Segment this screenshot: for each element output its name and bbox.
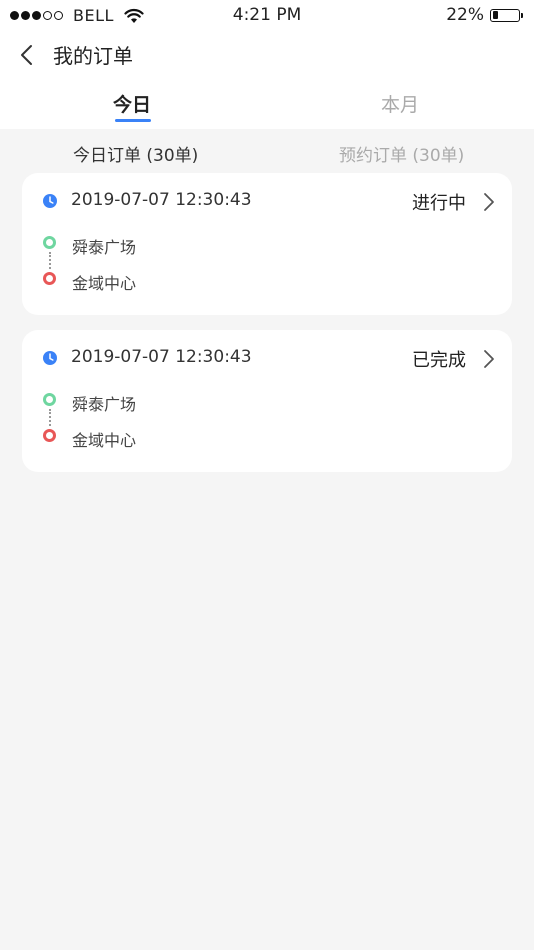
status-bar: BELL 4:21 PM 22% [0,0,534,30]
order-card[interactable]: 2019-07-07 12:30:43 已完成 舜泰广场 金域中心 [22,330,512,472]
end-location: 金域中心 [72,431,137,450]
tab-this-month[interactable]: 本月 [381,90,419,117]
order-status: 进行中 [412,193,466,214]
order-card[interactable]: 2019-07-07 12:30:43 进行中 舜泰广场 金域中心 [22,173,512,315]
tab-active-indicator [115,119,151,122]
end-location: 金域中心 [72,274,137,293]
start-location-icon [43,393,56,406]
nav-bar: 我的订单 [0,30,534,81]
tab-today[interactable]: 今日 [113,90,151,117]
order-datetime: 2019-07-07 12:30:43 [71,347,252,367]
end-location-icon [43,429,56,442]
start-location: 舜泰广场 [72,395,137,414]
chevron-right-icon[interactable] [482,191,496,213]
order-status: 已完成 [412,350,466,371]
back-chevron-icon[interactable] [14,40,42,70]
status-bar-right: 22% [446,5,523,25]
subtab-bar: 今日订单 (30单) 预约订单 (30单) [0,129,534,174]
end-location-icon [43,272,56,285]
route-connector [49,252,51,269]
order-datetime: 2019-07-07 12:30:43 [71,190,252,210]
chevron-right-icon[interactable] [482,348,496,370]
start-location-icon [43,236,56,249]
subtab-reserved-orders[interactable]: 预约订单 (30单) [339,141,464,166]
page-title: 我的订单 [53,44,133,68]
clock-icon [43,194,57,208]
battery-cap [520,13,523,18]
start-location: 舜泰广场 [72,238,137,257]
battery-percent: 22% [446,5,484,25]
tab-bar: 今日 本月 [0,80,534,129]
battery-icon [490,8,523,22]
route-connector [49,409,51,426]
subtab-today-orders[interactable]: 今日订单 (30单) [73,141,198,166]
clock-icon [43,351,57,365]
battery-fill [492,11,498,19]
